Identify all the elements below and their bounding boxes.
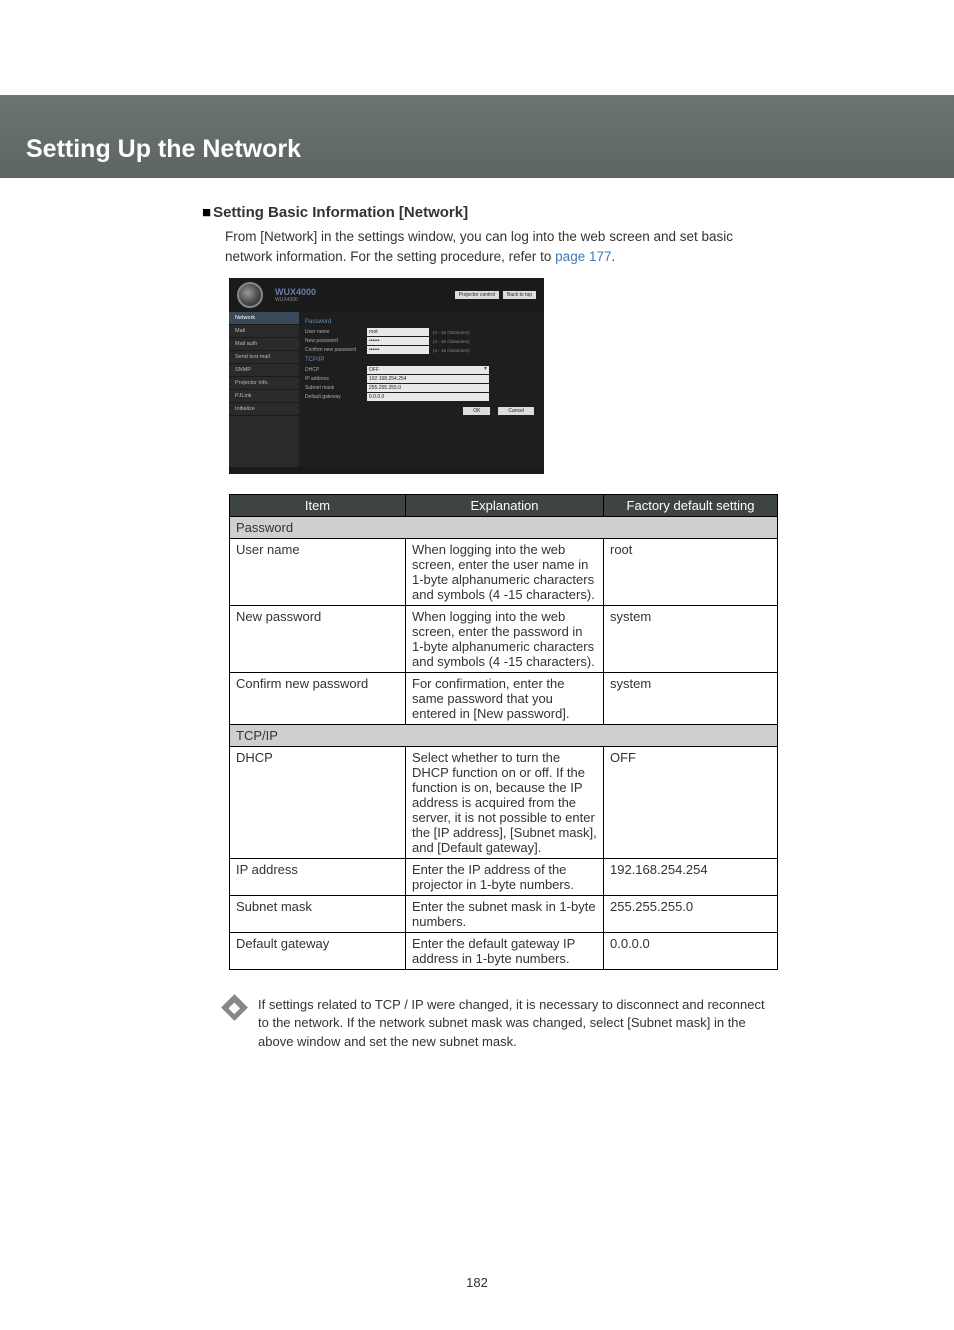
cell-def: 192.168.254.254 (604, 859, 778, 896)
sidebar-item-network[interactable]: Network (229, 312, 299, 325)
sidebar-item-mail[interactable]: Mail (229, 325, 299, 338)
square-bullet-icon: ■ (202, 204, 211, 221)
page-title-banner: Setting Up the Network (0, 95, 954, 178)
table-row: Subnet mask Enter the subnet mask in 1-b… (230, 896, 778, 933)
banner-title-text: Setting Up the Network (26, 135, 301, 163)
group-password: Password (230, 517, 778, 539)
table-row: Confirm new password For confirmation, e… (230, 673, 778, 725)
cell-expl: Enter the default gateway IP address in … (406, 933, 604, 970)
cell-expl: Select whether to turn the DHCP function… (406, 747, 604, 859)
intro-text-2: . (611, 249, 615, 264)
note-text: If settings related to TCP / IP were cha… (258, 996, 778, 1051)
cell-expl: When logging into the web screen, enter … (406, 606, 604, 673)
cell-def: 0.0.0.0 (604, 933, 778, 970)
sidebar-item-mail-auth[interactable]: Mail auth (229, 338, 299, 351)
ss-field-subnet[interactable]: 255.255.255.0 (367, 384, 489, 392)
ss-label-ip: IP address (305, 376, 367, 382)
settings-table: Item Explanation Factory default setting… (229, 494, 778, 970)
ss-label-dhcp: DHCP (305, 367, 367, 373)
ss-field-gateway[interactable]: 0.0.0.0 (367, 393, 489, 401)
ss-hint-newpass: (4 - 15 characters) (433, 339, 470, 344)
cell-item: IP address (230, 859, 406, 896)
cell-expl: Enter the IP address of the projector in… (406, 859, 604, 896)
table-row: New password When logging into the web s… (230, 606, 778, 673)
sidebar-item-send-test-mail[interactable]: Send test mail (229, 351, 299, 364)
ss-sidebar: Network Mail Mail auth Send test mail SN… (229, 312, 299, 467)
ss-field-username[interactable]: root (367, 328, 429, 336)
cell-expl: Enter the subnet mask in 1-byte numbers. (406, 896, 604, 933)
ss-label-gateway: Default gateway (305, 394, 367, 400)
section-heading-text: Setting Basic Information [Network] (213, 204, 468, 221)
section-heading: ■Setting Basic Information [Network] (202, 204, 778, 221)
sidebar-item-snmp[interactable]: SNMP (229, 364, 299, 377)
ss-label-confirmpass: Confirm new password (305, 347, 367, 353)
diamond-info-icon: ◆ (221, 994, 248, 1021)
note-block: ◆ If settings related to TCP / IP were c… (225, 996, 778, 1051)
ss-field-newpass[interactable]: •••••• (367, 337, 429, 345)
ss-label-newpass: New password (305, 338, 367, 344)
sidebar-item-projector-info[interactable]: Projector info. (229, 377, 299, 390)
table-row: Default gateway Enter the default gatewa… (230, 933, 778, 970)
cancel-button[interactable]: Cancel (498, 407, 534, 415)
cell-item: Subnet mask (230, 896, 406, 933)
th-item: Item (230, 495, 406, 517)
ss-label-username: User name (305, 329, 367, 335)
ss-select-dhcp[interactable]: OFF (367, 366, 489, 374)
cell-def: OFF (604, 747, 778, 859)
th-explanation: Explanation (406, 495, 604, 517)
cell-item: User name (230, 539, 406, 606)
cell-item: Confirm new password (230, 673, 406, 725)
ss-hint-username: (4 - 15 characters) (433, 330, 470, 335)
projector-control-button[interactable]: Projector control (455, 291, 499, 299)
th-default: Factory default setting (604, 495, 778, 517)
ss-field-confirmpass[interactable]: •••••• (367, 346, 429, 354)
cell-def: root (604, 539, 778, 606)
cell-expl: When logging into the web screen, enter … (406, 539, 604, 606)
settings-screenshot: WUX4000 WUX4000 Projector control Back t… (229, 278, 544, 474)
intro-text-1: From [Network] in the settings window, y… (225, 229, 733, 264)
cell-def: 255.255.255.0 (604, 896, 778, 933)
intro-paragraph: From [Network] in the settings window, y… (225, 227, 778, 266)
table-row: User name When logging into the web scre… (230, 539, 778, 606)
cell-def: system (604, 606, 778, 673)
group-tcpip: TCP/IP (230, 725, 778, 747)
table-row: DHCP Select whether to turn the DHCP fun… (230, 747, 778, 859)
cell-item: Default gateway (230, 933, 406, 970)
cell-item: DHCP (230, 747, 406, 859)
sidebar-item-pjlink[interactable]: PJLink (229, 390, 299, 403)
ss-field-ip[interactable]: 192.168.254.254 (367, 375, 489, 383)
ss-hint-confirmpass: (4 - 15 characters) (433, 348, 470, 353)
page-link[interactable]: page 177 (555, 249, 611, 264)
table-row: IP address Enter the IP address of the p… (230, 859, 778, 896)
page-number: 182 (0, 1275, 954, 1290)
cell-expl: For confirmation, enter the same passwor… (406, 673, 604, 725)
ss-label-subnet: Subnet mask (305, 385, 367, 391)
ss-model-sub: WUX4000 (275, 297, 316, 303)
cell-def: system (604, 673, 778, 725)
ss-group-password: Password (305, 319, 538, 325)
logo-swirl-icon (237, 282, 263, 308)
ss-model-title: WUX4000 (275, 287, 316, 297)
sidebar-item-initialize[interactable]: Initialize (229, 403, 299, 416)
back-to-top-button[interactable]: Back to top (503, 291, 536, 299)
cell-item: New password (230, 606, 406, 673)
ok-button[interactable]: OK (463, 407, 490, 415)
ss-group-tcpip: TCP/IP (305, 357, 538, 363)
